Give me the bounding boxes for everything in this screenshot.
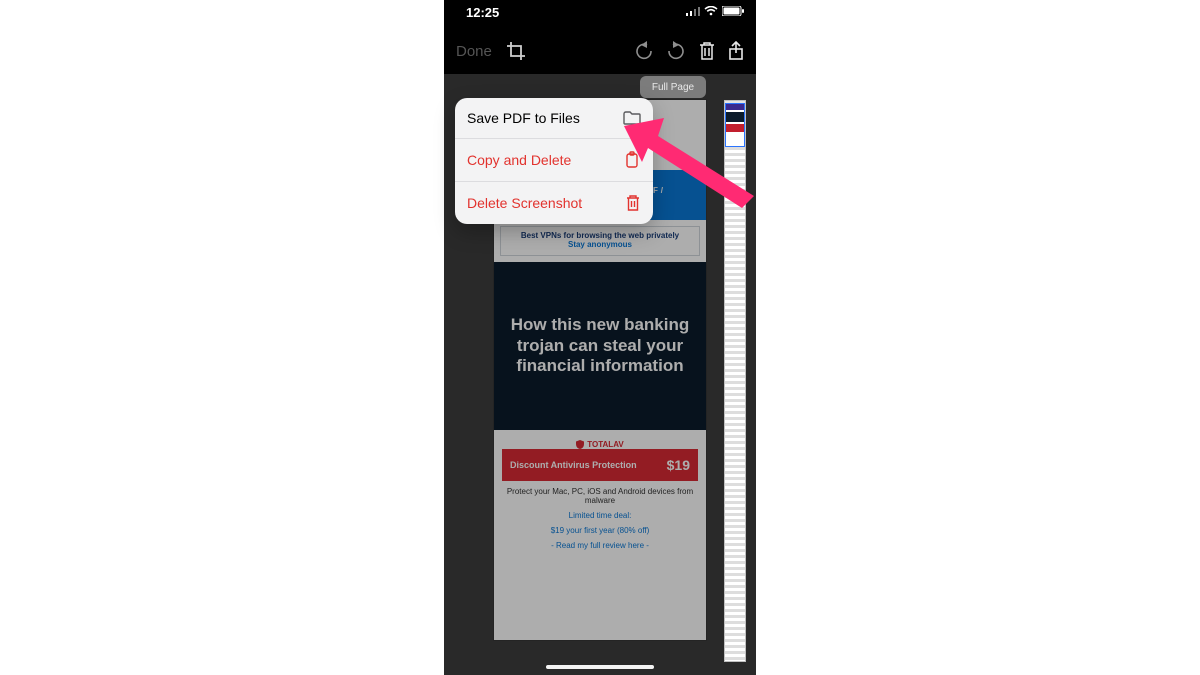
ad-price: $19 — [667, 457, 690, 473]
ad-subtext4: - Read my full review here - — [502, 541, 698, 550]
article-headline-text: How this new banking trojan can steal yo… — [500, 315, 700, 376]
battery-icon — [722, 6, 744, 16]
shield-icon — [576, 440, 584, 449]
ad-subtext1: Protect your Mac, PC, iOS and Android de… — [502, 487, 698, 505]
page-thumbnail-rest — [725, 147, 745, 661]
ad-label: Discount Antivirus Protection — [510, 460, 637, 471]
menu-copy-delete-label: Copy and Delete — [467, 152, 571, 168]
ad-brand-text: TOTALAV — [587, 440, 623, 449]
status-bar: 12:25 — [444, 0, 756, 24]
menu-save-pdf[interactable]: Save PDF to Files — [455, 98, 653, 139]
tab-full-page[interactable]: Full Page — [640, 76, 706, 98]
status-indicators — [686, 6, 744, 16]
ad-subtext2: Limited time deal: — [502, 511, 698, 520]
promo-line2: Stay anonymous — [505, 240, 695, 249]
menu-delete-screenshot-label: Delete Screenshot — [467, 195, 582, 211]
home-indicator[interactable] — [546, 665, 654, 669]
redo-icon[interactable] — [666, 41, 686, 61]
folder-icon — [623, 111, 641, 125]
promo-line1: Best VPNs for browsing the web privately — [505, 231, 695, 240]
menu-copy-delete[interactable]: Copy and Delete — [455, 139, 653, 182]
page-thumbnail-scroller[interactable] — [724, 100, 746, 662]
menu-delete-screenshot[interactable]: Delete Screenshot — [455, 182, 653, 224]
status-time: 12:25 — [466, 5, 499, 20]
menu-save-pdf-label: Save PDF to Files — [467, 110, 580, 126]
done-button[interactable]: Done — [456, 43, 492, 60]
site-promo-box: Best VPNs for browsing the web privately… — [500, 226, 700, 256]
article-headline: How this new banking trojan can steal yo… — [494, 262, 706, 430]
tab-full-page-label: Full Page — [652, 82, 694, 93]
trash-icon[interactable] — [698, 41, 716, 61]
markup-toolbar: Done — [444, 32, 756, 70]
trash-icon — [625, 194, 641, 212]
ad-brand: TOTALAV — [502, 440, 698, 449]
ad-tile: Discount Antivirus Protection $19 — [502, 449, 698, 481]
undo-icon[interactable] — [634, 41, 654, 61]
clipboard-delete-icon — [625, 151, 641, 169]
crop-icon[interactable] — [506, 41, 526, 61]
cellular-icon — [686, 6, 700, 16]
page-thumbnail-viewport[interactable] — [725, 103, 745, 147]
done-context-menu: Save PDF to Files Copy and Delete Delete… — [455, 98, 653, 224]
share-icon[interactable] — [728, 41, 744, 61]
wifi-icon — [704, 6, 718, 16]
ad-subtext3: $19 your first year (80% off) — [502, 526, 698, 535]
